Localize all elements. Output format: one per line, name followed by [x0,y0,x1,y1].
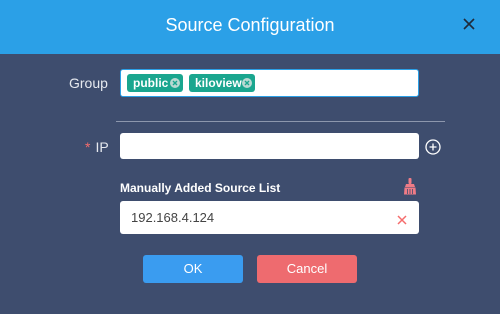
close-icon[interactable] [458,13,480,35]
group-tag-label: kiloview [195,76,242,90]
group-tag-kiloview: kiloview [189,74,255,92]
divider [116,121,445,122]
broom-icon[interactable] [403,178,417,195]
group-tag-public: public [127,74,183,92]
source-list-title: Manually Added Source List [120,181,281,195]
dialog-title: Source Configuration [165,15,335,35]
required-mark: * [85,139,91,155]
source-configuration-dialog: Source Configuration Group public kilovi… [0,0,500,314]
group-select[interactable]: public kiloview [120,69,419,97]
plus-circle-icon[interactable] [425,139,441,155]
source-list-item: 192.168.4.124 [131,210,215,225]
cancel-button[interactable]: Cancel [257,255,357,283]
ip-label-text: IP [95,139,109,155]
tag-close-icon[interactable] [242,78,252,88]
tag-close-icon[interactable] [170,78,180,88]
group-tag-label: public [133,76,169,90]
group-label: Group [69,75,108,91]
ok-button[interactable]: OK [143,255,243,283]
dialog-header: Source Configuration [0,0,500,54]
x-icon[interactable] [397,212,407,225]
ip-label: * IP [85,139,109,155]
source-list: 192.168.4.124 [120,201,419,234]
ip-input[interactable] [120,133,419,159]
